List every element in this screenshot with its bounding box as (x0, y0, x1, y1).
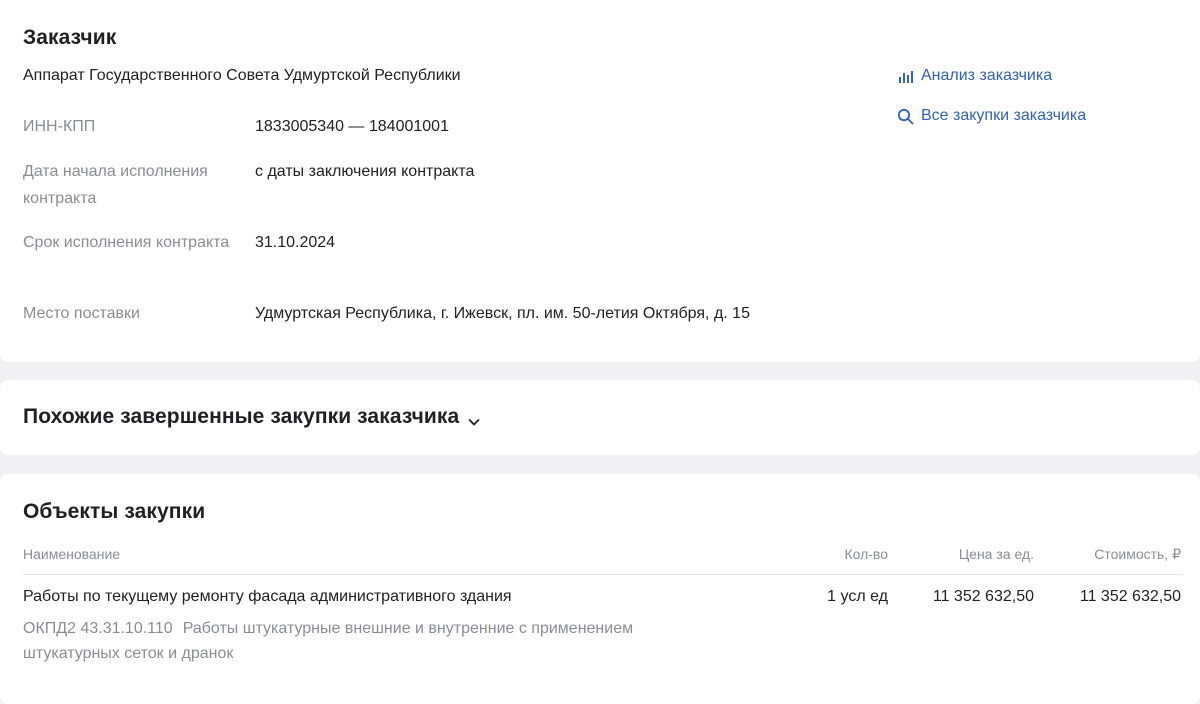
delivery-place-label: Место поставки (23, 305, 140, 322)
all-customer-purchases-label: Все закупки заказчика (921, 107, 1087, 124)
customer-analysis-label: Анализ заказчика (921, 67, 1053, 84)
similar-purchases-title: Похожие завершенные закупки заказчика (23, 405, 460, 428)
customer-analysis-link[interactable]: Анализ заказчика (897, 67, 1052, 85)
column-header-cost: Стоимость, ₽ (1094, 546, 1181, 562)
delivery-place-value: Удмуртская Республика, г. Ижевск, пл. им… (255, 305, 750, 322)
customer-section-title: Заказчик (23, 26, 117, 49)
purchase-objects-title: Объекты закупки (23, 500, 206, 523)
bar-chart-icon (897, 68, 914, 85)
all-customer-purchases-link[interactable]: Все закупки заказчика (897, 107, 1086, 125)
item-cost: 11 352 632,50 (1079, 588, 1181, 605)
search-icon (897, 108, 914, 125)
column-header-qty: Кол-во (844, 546, 888, 562)
purchase-objects-card: Объекты закупки Наименование Кол-во Цена… (0, 474, 1200, 704)
column-header-unit-price: Цена за ед. (958, 546, 1034, 562)
column-header-name: Наименование (23, 546, 121, 562)
inn-kpp-value: 1833005340 — 184001001 (255, 118, 449, 135)
similar-purchases-toggle[interactable]: Похожие завершенные закупки заказчика (23, 405, 481, 429)
inn-kpp-label: ИНН-КПП (23, 118, 96, 135)
contract-deadline-label: Срок исполнения контракта (23, 234, 230, 251)
chevron-down-icon (467, 411, 481, 426)
contract-start-label: Дата начала исполнения контракта (23, 163, 208, 207)
customer-card: Заказчик Аппарат Государственного Совета… (0, 0, 1200, 362)
okpd-code: ОКПД2 43.31.10.110 (23, 620, 173, 637)
similar-purchases-card[interactable]: Похожие завершенные закупки заказчика (0, 380, 1200, 455)
item-name: Работы по текущему ремонту фасада админи… (23, 588, 512, 605)
item-unit-price: 11 352 632,50 (932, 588, 1034, 605)
contract-deadline-value: 31.10.2024 (255, 234, 336, 251)
item-qty: 1 усл ед (827, 588, 888, 605)
contract-start-value: с даты заключения контракта (255, 163, 475, 180)
customer-org-name: Аппарат Государственного Совета Удмуртск… (23, 67, 461, 84)
okpd-classification: ОКПД2 43.31.10.110 Работы штукатурные вне… (23, 616, 723, 666)
table-header-divider (23, 574, 1182, 575)
